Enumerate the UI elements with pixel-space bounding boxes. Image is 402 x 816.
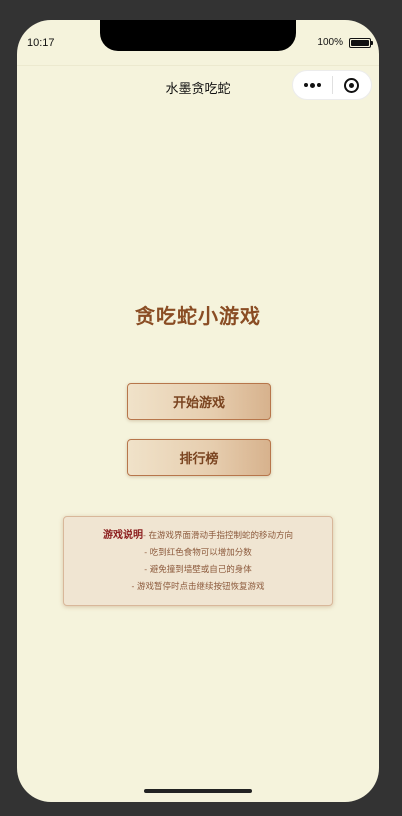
status-time: 10:17 <box>27 37 55 49</box>
target-icon <box>344 77 360 93</box>
battery-percent: 100% <box>317 37 343 48</box>
more-dots-icon[interactable] <box>293 71 332 99</box>
phone-screen: 10:17 100% 水墨贪吃蛇 贪吃蛇小游戏 开始游戏 排行榜 游戏说明- 在… <box>17 20 379 802</box>
help-line-1: 游戏说明- 在游戏界面滑动手指控制蛇的移动方向 <box>64 527 332 545</box>
dot <box>304 83 308 87</box>
battery-icon <box>349 37 373 48</box>
dot <box>317 83 321 87</box>
miniprogram-capsule <box>292 70 372 100</box>
status-right: 100% <box>317 37 373 48</box>
help-line-3: - 避免撞到墙壁或自己的身体 <box>144 565 252 575</box>
help-title: 游戏说明 <box>102 530 143 541</box>
help-text: - 在游戏界面滑动手指控制蛇的移动方向 <box>142 531 294 541</box>
navbar: 水墨贪吃蛇 <box>17 65 379 110</box>
battery-fill <box>351 39 369 46</box>
leaderboard-button[interactable]: 排行榜 <box>127 439 271 476</box>
camera-notch <box>100 20 296 51</box>
help-line-2: - 吃到红色食物可以增加分数 <box>144 548 252 558</box>
start-game-button[interactable]: 开始游戏 <box>127 383 271 420</box>
help-panel: 游戏说明- 在游戏界面滑动手指控制蛇的移动方向 - 吃到红色食物可以增加分数 -… <box>63 516 333 606</box>
game-title: 贪吃蛇小游戏 <box>135 304 261 328</box>
home-indicator[interactable] <box>144 789 252 793</box>
close-miniprogram-button[interactable] <box>333 71 371 99</box>
dot <box>310 82 315 88</box>
help-line-4: - 游戏暂停时点击继续按钮恢复游戏 <box>131 582 265 592</box>
